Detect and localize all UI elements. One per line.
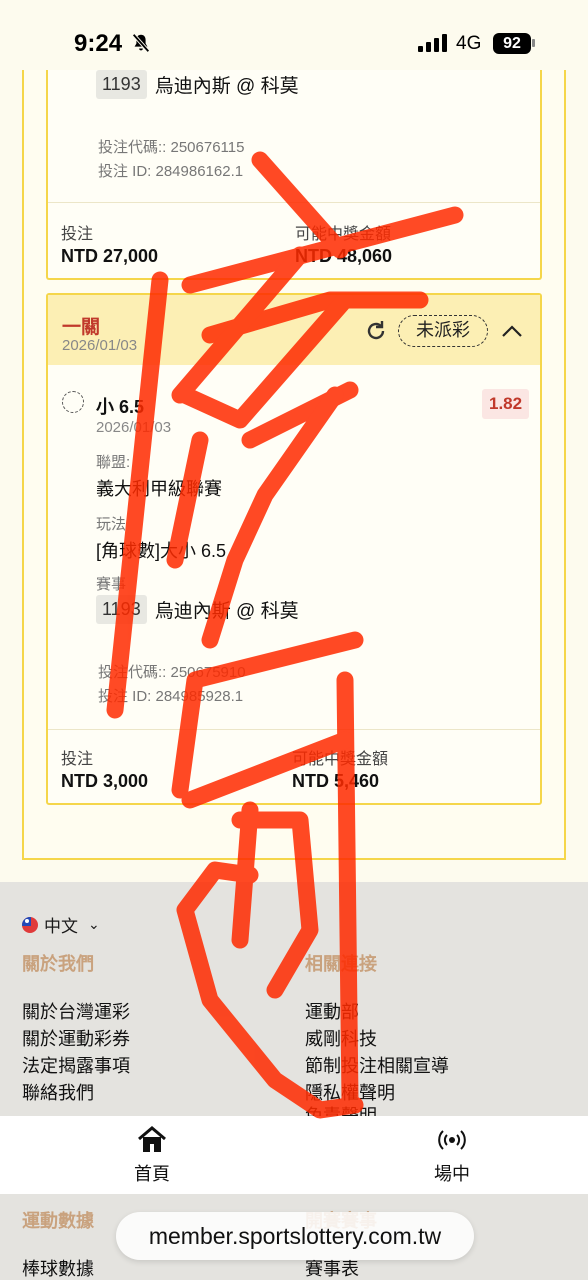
payout-label: 可能中獎金額 — [292, 751, 389, 768]
live-broadcast-icon — [438, 1130, 466, 1150]
bet-code: 投注代碼:: 250676115 — [98, 139, 245, 156]
bet-date: 2026/01/03 — [62, 337, 138, 354]
play-label: 玩法 — [96, 516, 127, 533]
event-label: 賽事 — [96, 576, 127, 593]
language-label: 中文 — [44, 917, 78, 936]
taiwan-flag-icon — [22, 916, 38, 933]
bell-muted-icon — [132, 33, 150, 53]
clock: 9:24 — [74, 30, 123, 57]
stake-value: NTD 27,000 — [61, 246, 159, 266]
network-type: 4G — [456, 33, 482, 54]
divider — [48, 202, 540, 203]
status-badge: 未派彩 — [398, 315, 488, 347]
bottom-tab-bar: 首頁 場中 — [0, 1116, 588, 1194]
divider — [48, 729, 540, 730]
related-heading: 相關連接 — [305, 954, 377, 974]
home-icon — [138, 1126, 166, 1152]
refresh-icon[interactable] — [364, 319, 388, 343]
bet-id: 投注 ID: 284985928.1 — [98, 688, 244, 705]
event-id: 1193 — [96, 70, 147, 99]
bet-card-1: 1193 烏迪內斯 @ 科莫 投注代碼:: 250676115 投注 ID: 2… — [46, 60, 542, 280]
selection-status-icon — [62, 391, 84, 413]
stake-label: 投注 — [61, 226, 94, 243]
event-match: 烏迪內斯 @ 科莫 — [154, 601, 299, 622]
stake-value: NTD 3,000 — [61, 771, 149, 791]
footer-link-about-sports-lottery[interactable]: 關於運動彩券 — [22, 1025, 130, 1051]
chevron-up-icon[interactable] — [500, 319, 524, 343]
payout-value: NTD 5,460 — [292, 771, 380, 791]
footer-link-responsible-betting[interactable]: 節制投注相關宣導 — [305, 1052, 449, 1078]
play-value: [角球數]大小 6.5 — [96, 541, 227, 561]
bet-id: 投注 ID: 284986162.1 — [98, 163, 244, 180]
selection-name: 小 6.5 — [96, 397, 145, 417]
about-heading: 關於我們 — [22, 954, 94, 974]
footer-link-adata[interactable]: 威剛科技 — [305, 1025, 377, 1051]
event-row: 1193 烏迪內斯 @ 科莫 — [96, 70, 299, 99]
selection-date: 2026/01/03 — [96, 419, 172, 436]
stats-heading: 運動數據 — [22, 1211, 94, 1231]
battery-cap — [532, 39, 535, 47]
payout-label: 可能中獎金額 — [295, 226, 392, 243]
signal-icon — [418, 34, 447, 52]
tab-live[interactable]: 場中 — [392, 1124, 512, 1186]
bet-type-title: 一關 — [62, 317, 101, 338]
event-row: 1193 烏迪內斯 @ 科莫 — [96, 595, 299, 624]
tab-home[interactable]: 首頁 — [92, 1124, 212, 1186]
tab-home-label: 首頁 — [134, 1164, 170, 1184]
footer-link-sports-ministry[interactable]: 運動部 — [305, 998, 359, 1024]
footer-link-contact[interactable]: 聯絡我們 — [22, 1079, 94, 1105]
event-match: 烏迪內斯 @ 科莫 — [154, 76, 299, 97]
league-label: 聯盟: — [96, 454, 131, 471]
payout-value: NTD 48,060 — [295, 246, 393, 266]
battery-icon: 92 — [493, 33, 531, 54]
event-id: 1193 — [96, 595, 147, 624]
footer-link-about-taiwan-lottery[interactable]: 關於台灣運彩 — [22, 998, 130, 1024]
footer-link-baseball-stats[interactable]: 棒球數據 — [22, 1255, 94, 1280]
bet-card-2: 一關 2026/01/03 未派彩 小 6.5 2026/01/03 1.82 … — [46, 293, 542, 805]
bet-code: 投注代碼:: 250675910 — [98, 664, 246, 681]
browser-url-bar[interactable]: member.sportslottery.com.tw — [116, 1212, 474, 1260]
status-bar: 9:24 4G 92 — [0, 0, 588, 70]
league-value: 義大利甲級聯賽 — [96, 479, 222, 499]
bet-card-header[interactable]: 一關 2026/01/03 未派彩 — [48, 295, 540, 365]
chevron-down-icon: ⌄ — [88, 916, 100, 932]
stake-label: 投注 — [61, 751, 94, 768]
tab-live-label: 場中 — [434, 1164, 470, 1184]
footer-link-disclosure[interactable]: 法定揭露事項 — [22, 1052, 130, 1078]
language-selector[interactable]: 中文 ⌄ — [22, 912, 100, 937]
odds-badge: 1.82 — [482, 389, 530, 419]
